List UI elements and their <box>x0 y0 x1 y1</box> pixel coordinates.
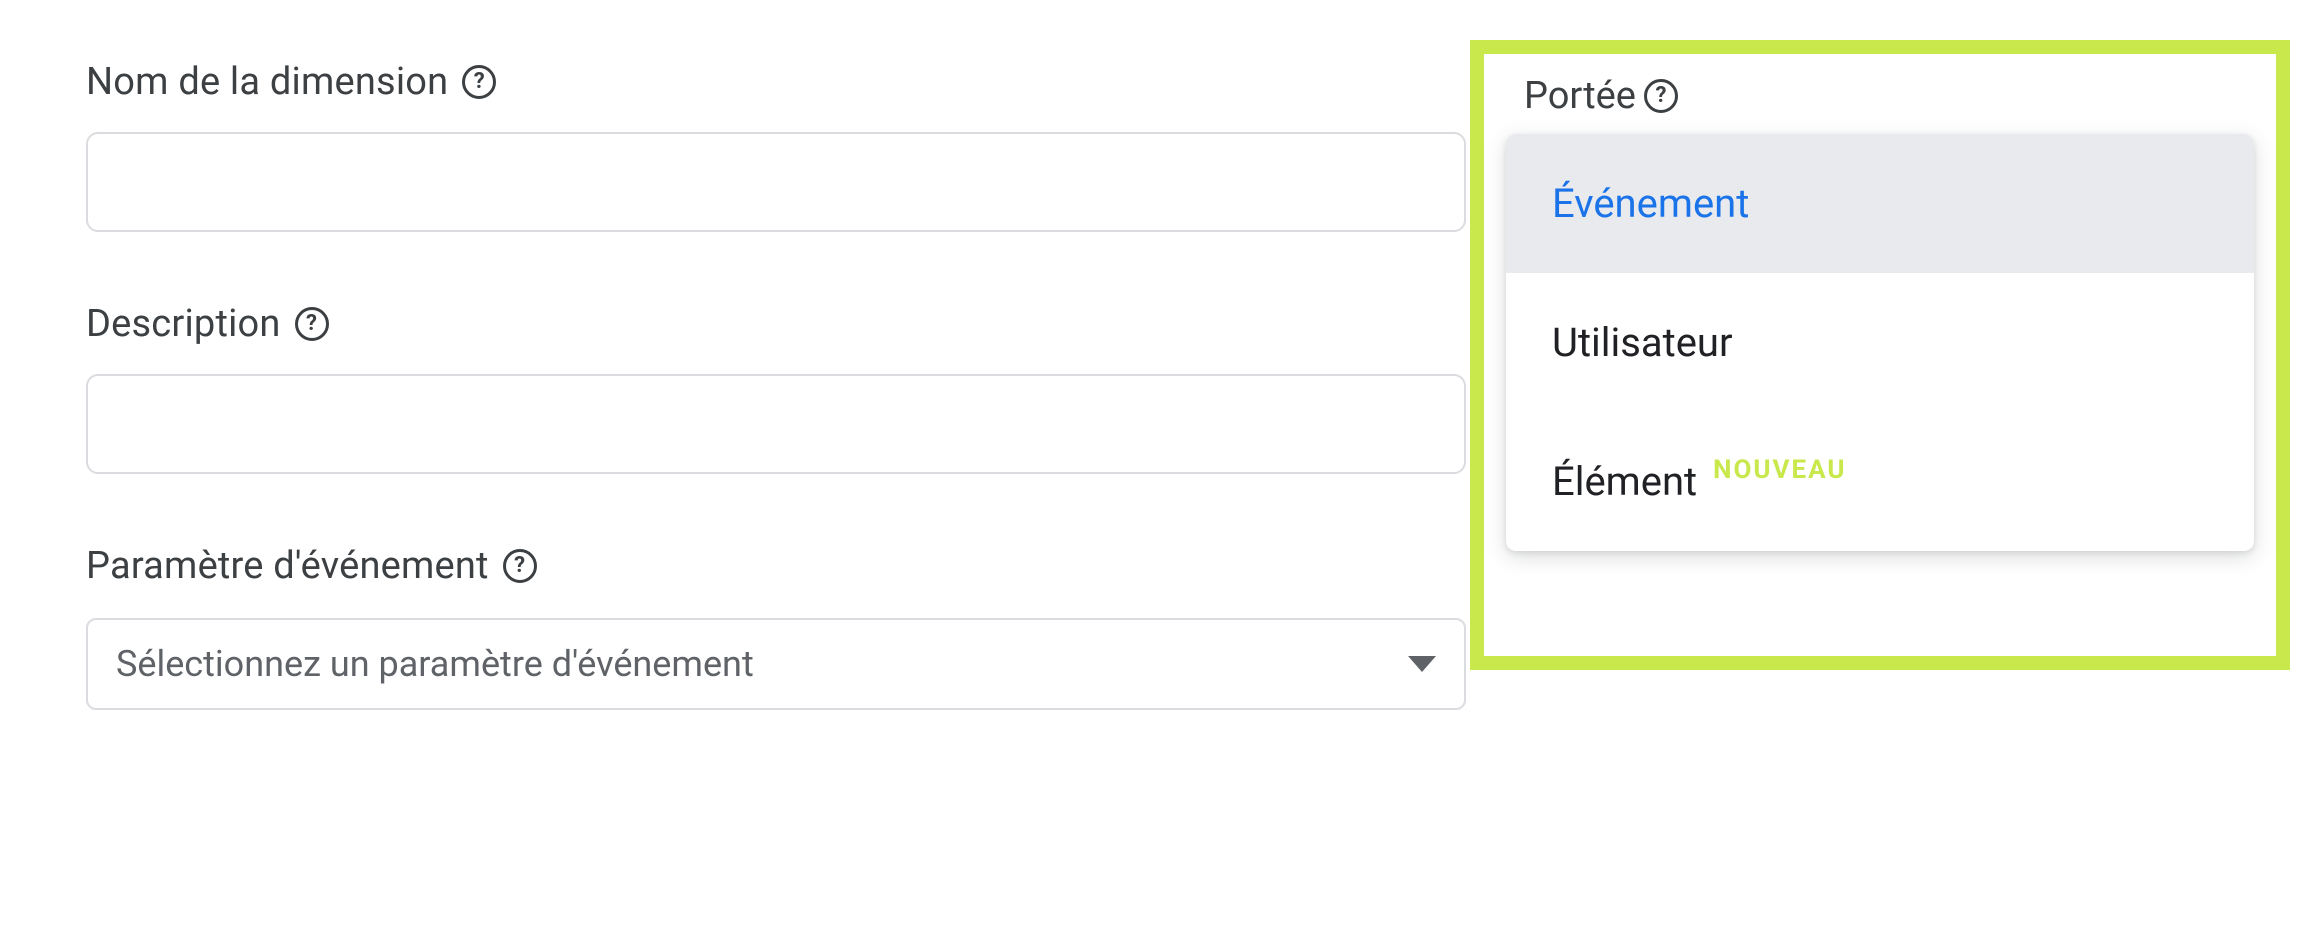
scope-label-row: Portée ? <box>1484 74 2276 118</box>
scope-option-element[interactable]: Élément NOUVEAU <box>1506 412 2254 551</box>
form-column: Nom de la dimension ? Description ? Para… <box>86 60 1466 710</box>
event-parameter-placeholder: Sélectionnez un paramètre d'événement <box>116 643 754 685</box>
description-field: Description ? <box>86 302 1466 474</box>
scope-option-label: Élément <box>1552 458 1697 505</box>
description-input[interactable] <box>86 374 1466 474</box>
new-badge: NOUVEAU <box>1713 455 1846 485</box>
scope-option-label: Utilisateur <box>1552 319 1733 366</box>
scope-dropdown: Événement Utilisateur Élément NOUVEAU <box>1506 134 2254 551</box>
scope-highlight-box: Portée ? Événement Utilisateur Élément N… <box>1470 40 2290 670</box>
description-label-row: Description ? <box>86 302 1466 346</box>
event-parameter-select[interactable]: Sélectionnez un paramètre d'événement <box>86 618 1466 710</box>
scope-option-event[interactable]: Événement <box>1506 134 2254 273</box>
scope-option-user[interactable]: Utilisateur <box>1506 273 2254 412</box>
description-label: Description <box>86 302 281 346</box>
chevron-down-icon <box>1408 656 1436 672</box>
help-icon[interactable]: ? <box>1644 79 1678 113</box>
help-icon[interactable]: ? <box>503 549 537 583</box>
dimension-name-input[interactable] <box>86 132 1466 232</box>
event-parameter-field: Paramètre d'événement ? Sélectionnez un … <box>86 544 1466 710</box>
dimension-name-label-row: Nom de la dimension ? <box>86 60 1466 104</box>
scope-option-label: Événement <box>1552 180 1749 227</box>
dimension-name-label: Nom de la dimension <box>86 60 448 104</box>
dimension-name-field: Nom de la dimension ? <box>86 60 1466 232</box>
help-icon[interactable]: ? <box>462 65 496 99</box>
scope-label: Portée <box>1524 74 1636 118</box>
event-parameter-label: Paramètre d'événement <box>86 544 489 588</box>
help-icon[interactable]: ? <box>295 307 329 341</box>
event-parameter-label-row: Paramètre d'événement ? <box>86 544 1466 588</box>
